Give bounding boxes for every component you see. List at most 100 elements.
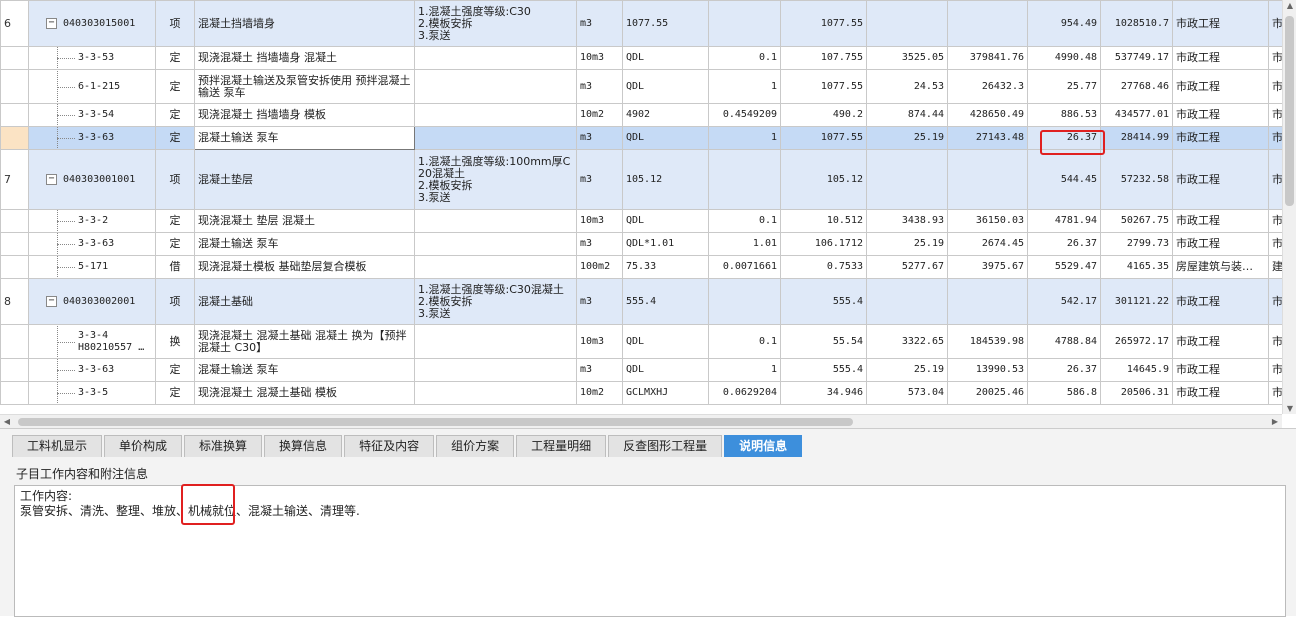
bill-item-row[interactable]: 7−040303001001项混凝土垫层1.混凝土强度等级:100mm厚C20混… xyxy=(1,150,1296,210)
quota-row[interactable]: 3-3-63定混凝土输送 泵车m3QDL*1.011.01106.171225.… xyxy=(1,233,1296,256)
name-cell[interactable]: 现浇混凝土模板 基础垫层复合模板 xyxy=(195,256,415,279)
name-cell[interactable]: 现浇混凝土 垫层 混凝土 xyxy=(195,210,415,233)
qty-cell[interactable]: 1077.55 xyxy=(781,1,867,47)
unit-cell[interactable]: m3 xyxy=(577,70,623,104)
coeff-cell[interactable]: 1 xyxy=(709,127,781,150)
unit-cell[interactable]: 10m3 xyxy=(577,210,623,233)
utotal-cell[interactable]: 301121.22 xyxy=(1101,279,1173,325)
code-cell[interactable]: 3-3-2 xyxy=(29,210,156,233)
quota-row[interactable]: 6-1-215定预拌混凝土输送及泵管安拆使用 预拌混凝土输送 泵车m3QDL11… xyxy=(1,70,1296,104)
unit-cell[interactable]: m3 xyxy=(577,359,623,382)
tab-4[interactable]: 换算信息 xyxy=(264,435,342,457)
qty-expr-cell[interactable]: 1077.55 xyxy=(623,1,709,47)
features-cell[interactable] xyxy=(415,256,577,279)
row-number[interactable] xyxy=(1,70,29,104)
coeff-cell[interactable]: 0.1 xyxy=(709,325,781,359)
name-cell[interactable]: 混凝土输送 泵车 xyxy=(195,127,415,150)
coeff-cell[interactable] xyxy=(709,279,781,325)
name-cell[interactable]: 现浇混凝土 混凝土基础 混凝土 换为【预拌混凝土 C30】 xyxy=(195,325,415,359)
features-cell[interactable] xyxy=(415,47,577,70)
bill-item-row[interactable]: 6−040303015001项混凝土挡墙墙身1.混凝土强度等级:C30 2.模板… xyxy=(1,1,1296,47)
uprice-cell[interactable]: 26.37 xyxy=(1028,359,1101,382)
total-cell[interactable]: 27143.48 xyxy=(948,127,1028,150)
qty-expr-cell[interactable]: 75.33 xyxy=(623,256,709,279)
price-cell[interactable] xyxy=(867,279,948,325)
qty-expr-cell[interactable]: QDL xyxy=(623,127,709,150)
name-cell[interactable]: 混凝土输送 泵车 xyxy=(195,359,415,382)
total-cell[interactable] xyxy=(948,1,1028,47)
utotal-cell[interactable]: 537749.17 xyxy=(1101,47,1173,70)
name-cell[interactable]: 混凝土基础 xyxy=(195,279,415,325)
row-number[interactable]: 6 xyxy=(1,1,29,47)
name-cell[interactable]: 混凝土垫层 xyxy=(195,150,415,210)
coeff-cell[interactable] xyxy=(709,150,781,210)
total-cell[interactable] xyxy=(948,150,1028,210)
spec-cell[interactable]: 市政工程 xyxy=(1173,382,1269,405)
code-cell[interactable]: 5-171 xyxy=(29,256,156,279)
features-cell[interactable] xyxy=(415,104,577,127)
features-cell[interactable]: 1.混凝土强度等级:100mm厚C20混凝土 2.模板安拆 3.泵送 xyxy=(415,150,577,210)
total-cell[interactable]: 2674.45 xyxy=(948,233,1028,256)
tab-9[interactable]: 说明信息 xyxy=(724,435,802,457)
unit-cell[interactable]: 10m3 xyxy=(577,325,623,359)
bill-item-row[interactable]: 8−040303002001项混凝土基础1.混凝土强度等级:C30混凝土 2.模… xyxy=(1,279,1296,325)
price-cell[interactable]: 25.19 xyxy=(867,233,948,256)
quota-row[interactable]: 3-3-63定混凝土输送 泵车m3QDL11077.5525.1927143.4… xyxy=(1,127,1296,150)
features-cell[interactable] xyxy=(415,233,577,256)
qty-expr-cell[interactable]: QDL xyxy=(623,70,709,104)
qty-expr-cell[interactable]: QDL*1.01 xyxy=(623,233,709,256)
uprice-cell[interactable]: 26.37 xyxy=(1028,127,1101,150)
unit-cell[interactable]: m3 xyxy=(577,279,623,325)
price-cell[interactable] xyxy=(867,1,948,47)
kind-cell[interactable]: 定 xyxy=(156,210,195,233)
vertical-scrollbar[interactable]: ▲ ▼ xyxy=(1282,0,1296,414)
kind-cell[interactable]: 项 xyxy=(156,279,195,325)
code-cell[interactable]: 6-1-215 xyxy=(29,70,156,104)
kind-cell[interactable]: 项 xyxy=(156,1,195,47)
spec-cell[interactable]: 市政工程 xyxy=(1173,279,1269,325)
utotal-cell[interactable]: 27768.46 xyxy=(1101,70,1173,104)
unit-cell[interactable]: 100m2 xyxy=(577,256,623,279)
kind-cell[interactable]: 定 xyxy=(156,104,195,127)
row-number[interactable] xyxy=(1,127,29,150)
qty-cell[interactable]: 55.54 xyxy=(781,325,867,359)
name-cell[interactable]: 现浇混凝土 挡墙墙身 模板 xyxy=(195,104,415,127)
price-cell[interactable]: 3525.05 xyxy=(867,47,948,70)
tab-2[interactable]: 单价构成 xyxy=(104,435,182,457)
qty-expr-cell[interactable]: QDL xyxy=(623,210,709,233)
kind-cell[interactable]: 项 xyxy=(156,150,195,210)
total-cell[interactable]: 3975.67 xyxy=(948,256,1028,279)
spec-cell[interactable]: 市政工程 xyxy=(1173,70,1269,104)
spec-cell[interactable]: 市政工程 xyxy=(1173,150,1269,210)
code-cell[interactable]: 3-3-63 xyxy=(29,359,156,382)
kind-cell[interactable]: 定 xyxy=(156,382,195,405)
unit-cell[interactable]: m3 xyxy=(577,1,623,47)
utotal-cell[interactable]: 265972.17 xyxy=(1101,325,1173,359)
price-cell[interactable]: 25.19 xyxy=(867,127,948,150)
uprice-cell[interactable]: 25.77 xyxy=(1028,70,1101,104)
qty-expr-cell[interactable]: 4902 xyxy=(623,104,709,127)
code-cell[interactable]: −040303015001 xyxy=(29,1,156,47)
features-cell[interactable] xyxy=(415,127,577,150)
total-cell[interactable]: 379841.76 xyxy=(948,47,1028,70)
kind-cell[interactable]: 定 xyxy=(156,127,195,150)
unit-cell[interactable]: 10m2 xyxy=(577,104,623,127)
qty-cell[interactable]: 105.12 xyxy=(781,150,867,210)
spec-cell[interactable]: 市政工程 xyxy=(1173,1,1269,47)
total-cell[interactable]: 428650.49 xyxy=(948,104,1028,127)
name-cell[interactable]: 现浇混凝土 混凝土基础 模板 xyxy=(195,382,415,405)
row-number[interactable] xyxy=(1,210,29,233)
coeff-cell[interactable]: 1 xyxy=(709,70,781,104)
quota-row[interactable]: 3-3-5定现浇混凝土 混凝土基础 模板10m2GCLMXHJ0.0629204… xyxy=(1,382,1296,405)
features-cell[interactable]: 1.混凝土强度等级:C30 2.模板安拆 3.泵送 xyxy=(415,1,577,47)
tab-3[interactable]: 标准换算 xyxy=(184,435,262,457)
qty-expr-cell[interactable]: 105.12 xyxy=(623,150,709,210)
total-cell[interactable]: 26432.3 xyxy=(948,70,1028,104)
qty-cell[interactable]: 555.4 xyxy=(781,279,867,325)
qty-cell[interactable]: 10.512 xyxy=(781,210,867,233)
price-cell[interactable]: 573.04 xyxy=(867,382,948,405)
row-number[interactable] xyxy=(1,359,29,382)
kind-cell[interactable]: 借 xyxy=(156,256,195,279)
kind-cell[interactable]: 定 xyxy=(156,233,195,256)
features-cell[interactable] xyxy=(415,70,577,104)
